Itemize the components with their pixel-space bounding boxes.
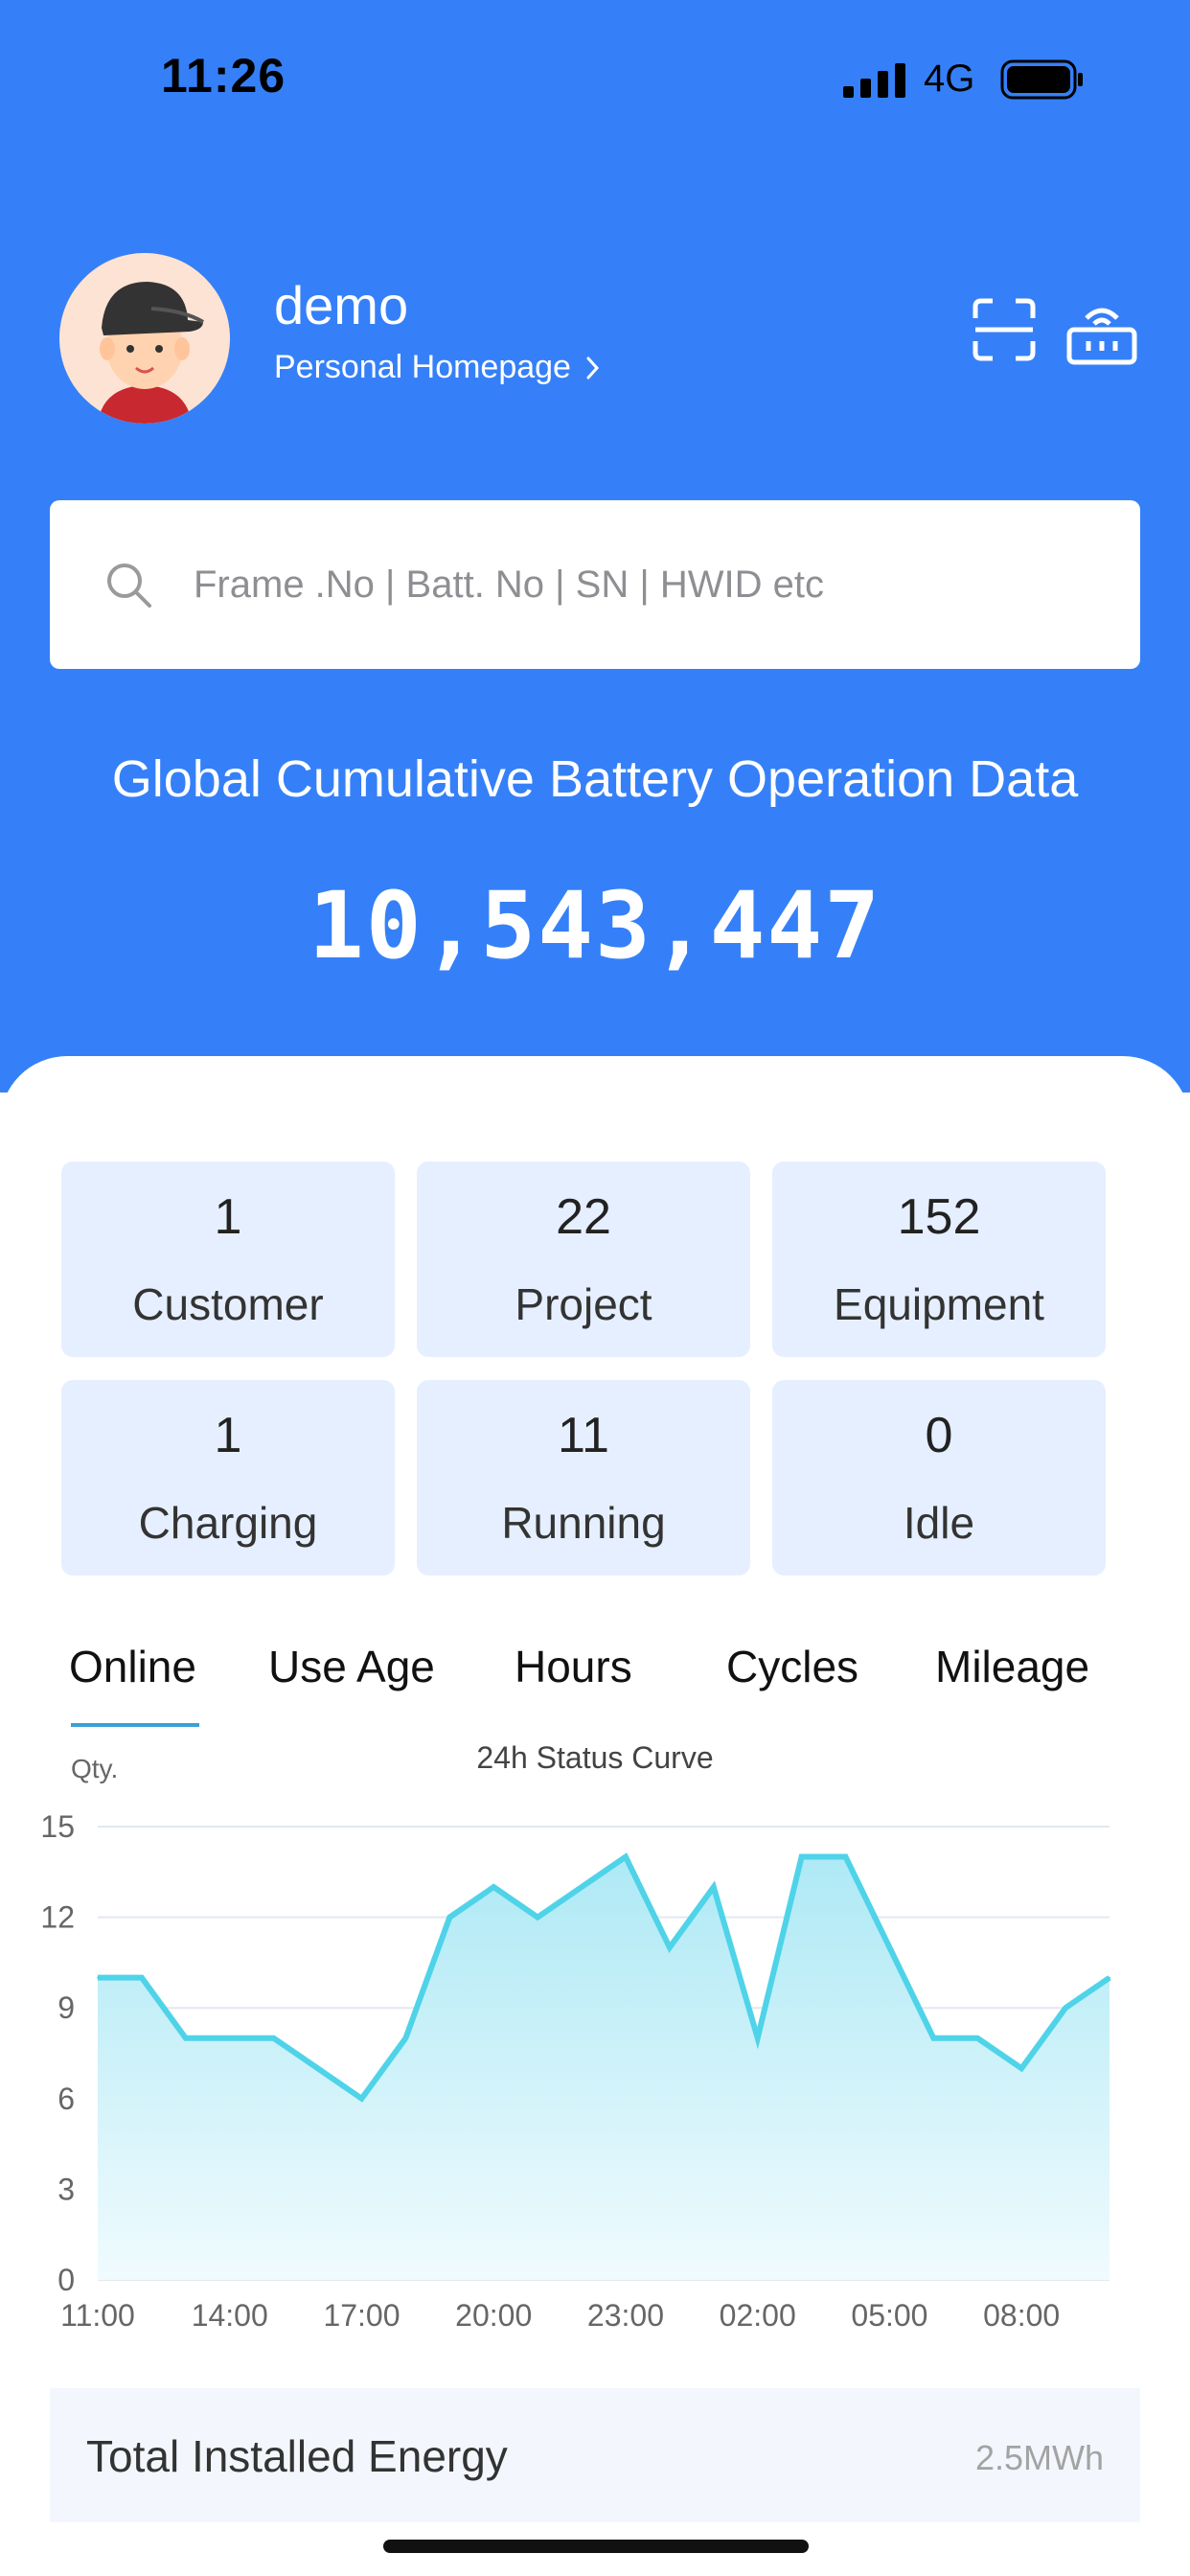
chart-data-point	[316, 2067, 319, 2070]
stat-label: Charging	[138, 1498, 318, 1548]
network-type: 4G	[924, 58, 975, 100]
search-icon	[107, 564, 151, 608]
stat-label: Equipment	[834, 1279, 1044, 1329]
chart-data-point	[537, 1916, 539, 1919]
chevron-right-icon	[586, 356, 599, 379]
scan-icon[interactable]	[972, 297, 1037, 362]
tab-online[interactable]: Online	[69, 1641, 196, 1692]
chart-x-tick-label: 20:00	[455, 2298, 532, 2333]
chart-y-label: Qty.	[71, 1754, 118, 1783]
energy-label: Total Installed Energy	[86, 2431, 508, 2481]
chart-data-point	[712, 1886, 715, 1889]
chart-data-point	[492, 1886, 495, 1889]
total-installed-energy-row[interactable]: Total Installed Energy 2.5MWh	[50, 2388, 1140, 2522]
stat-value: 11	[558, 1408, 609, 1463]
tab-use-age[interactable]: Use Age	[268, 1641, 435, 1692]
chart-y-tick-label: 6	[57, 2082, 75, 2116]
chart-data-point	[624, 1855, 627, 1858]
home-indicator[interactable]	[383, 2540, 809, 2553]
username: demo	[274, 275, 409, 335]
energy-value: 2.5MWh	[974, 2438, 1104, 2477]
stat-card-idle[interactable]: 0 Idle	[772, 1380, 1106, 1576]
chart-x-tick-label: 17:00	[323, 2298, 400, 2333]
chart-x-tick-label: 11:00	[60, 2298, 135, 2333]
chart-data-point	[668, 1946, 671, 1949]
chart-data-point	[1109, 1976, 1110, 1979]
chart-data-point	[756, 2036, 759, 2039]
personal-homepage-link[interactable]: Personal Homepage	[274, 349, 602, 386]
chart-data-point	[888, 1946, 891, 1949]
stat-label: Running	[501, 1498, 666, 1548]
chart-area-fill	[98, 1856, 1110, 2280]
stat-value: 1	[214, 1408, 242, 1463]
personal-homepage-label: Personal Homepage	[274, 349, 571, 385]
status-time: 11:26	[161, 49, 286, 103]
chart-data-point	[184, 2036, 187, 2039]
chart-data-point	[1064, 2007, 1067, 2010]
chart-x-tick-label: 08:00	[983, 2298, 1060, 2333]
active-tab-indicator	[71, 1723, 199, 1727]
stat-label: Customer	[132, 1279, 324, 1329]
stat-label: Idle	[903, 1498, 975, 1548]
tab-cycles[interactable]: Cycles	[726, 1641, 858, 1692]
stat-value: 0	[925, 1408, 953, 1463]
chart-y-tick-label: 12	[40, 1900, 75, 1935]
chart-data-point	[404, 2036, 407, 2039]
chart-data-point	[140, 1976, 143, 1979]
chart-data-point	[844, 1855, 847, 1858]
chart-title: 24h Status Curve	[476, 1740, 713, 1775]
stat-card-customer[interactable]: 1 Customer	[61, 1162, 395, 1357]
stat-value: 1	[214, 1189, 242, 1245]
stat-card-project[interactable]: 22 Project	[417, 1162, 750, 1357]
chart-data-point	[97, 1976, 99, 1979]
chart-y-tick-label: 0	[57, 2263, 75, 2297]
chart-y-tick-label: 3	[57, 2172, 75, 2206]
chart-data-point	[800, 1855, 803, 1858]
stat-card-equipment[interactable]: 152 Equipment	[772, 1162, 1106, 1357]
chart-data-point	[976, 2036, 979, 2039]
chart-data-point	[581, 1886, 584, 1889]
battery-icon	[1000, 59, 1083, 100]
avatar-illustration	[59, 253, 230, 424]
signal-icon	[843, 63, 905, 98]
chart-y-tick-label: 15	[40, 1809, 75, 1844]
chart-x-tick-label: 14:00	[192, 2298, 268, 2333]
chart-data-point	[1020, 2067, 1023, 2070]
header-panel: 11:26 4G demo Personal Homepage Frame .N…	[0, 0, 1190, 1092]
status-curve-chart: Qty. 24h Status Curve 0 3 6 9 12 15 11:00 14:0…	[40, 1740, 1111, 2333]
stat-label: Project	[515, 1279, 652, 1329]
chart-data-point	[360, 2097, 363, 2100]
status-bar: 11:26 4G	[0, 0, 1190, 163]
avatar[interactable]	[59, 253, 230, 424]
chart-x-tick-label: 23:00	[587, 2298, 664, 2333]
tab-hours[interactable]: Hours	[515, 1641, 632, 1692]
search-box[interactable]	[50, 500, 1140, 669]
chart-y-tick-label: 9	[57, 1990, 75, 2025]
chart-data-point	[272, 2036, 275, 2039]
stat-value: 22	[556, 1189, 611, 1245]
chart-x-tick-label: 02:00	[720, 2298, 796, 2333]
tab-mileage[interactable]: Mileage	[935, 1641, 1089, 1692]
chart-data-point	[448, 1916, 451, 1919]
chart-data-point	[228, 2036, 231, 2039]
global-data-title: Global Cumulative Battery Operation Data	[111, 750, 1079, 808]
global-data-value: 10,543,447	[309, 872, 881, 979]
router-icon[interactable]	[1065, 295, 1138, 368]
stat-card-charging[interactable]: 1 Charging	[61, 1380, 395, 1576]
stat-value: 152	[897, 1189, 981, 1245]
stat-card-running[interactable]: 11 Running	[417, 1380, 750, 1576]
chart-x-tick-label: 05:00	[851, 2298, 927, 2333]
search-input[interactable]	[194, 546, 1104, 623]
chart-data-point	[932, 2036, 935, 2039]
